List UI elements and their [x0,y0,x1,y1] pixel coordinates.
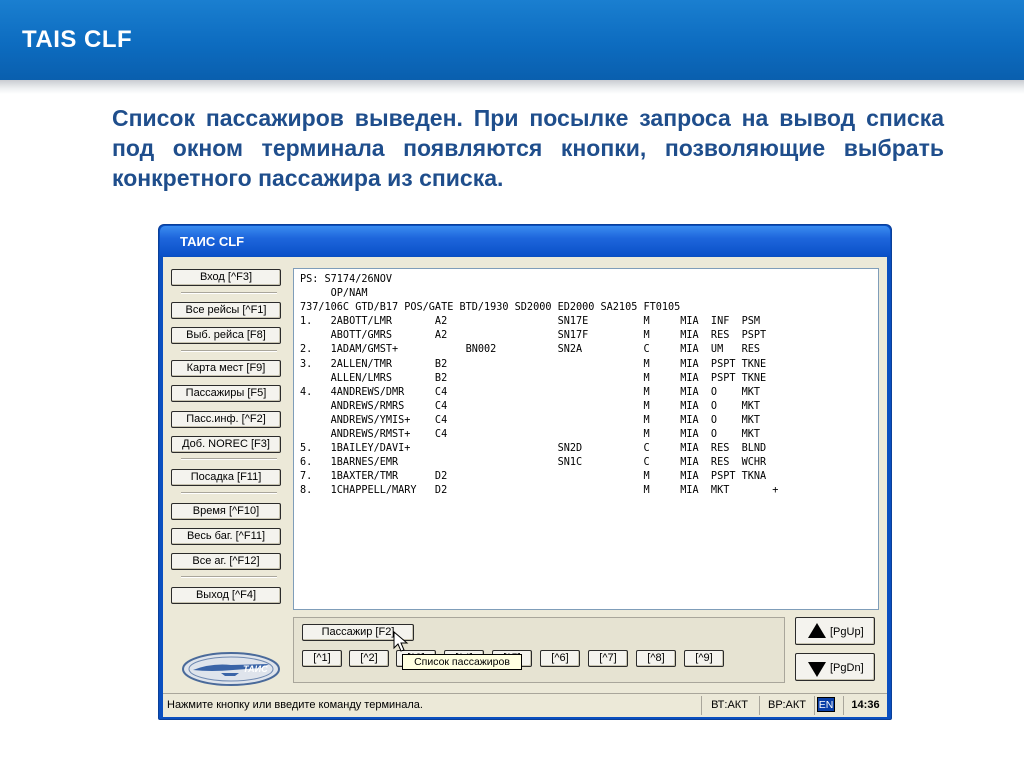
slide-caption: Список пассажиров выведен. При посылке з… [112,105,944,191]
terminal-line: ANDREWS/RMRS C4 M MIA O MKT [300,400,761,412]
passenger-number-button[interactable]: [^1] [302,650,342,667]
clock: 14:36 [843,696,887,715]
menu-separator [181,350,277,352]
select-flight-button[interactable]: Выб. рейса [F8] [171,327,281,344]
window-titlebar[interactable]: ТАИС CLF [160,226,890,256]
passenger-number-button[interactable]: [^6] [540,650,580,667]
window-client-area: Вход [^F3] Все рейсы [^F1] Выб. рейса [F… [163,257,887,717]
passenger-number-button[interactable]: [^8] [636,650,676,667]
terminal-line: ANDREWS/RMST+ C4 M MIA O MKT [300,429,761,441]
svg-text:ТАИС: ТАИС [243,664,268,674]
menu-separator [181,458,277,460]
terminal-line: 8. 1CHAPPELL/MARY D2 M MIA MKT + [300,485,779,497]
terminal-line: 6. 1BARNES/EMR SN1C C MIA RES WCHR [300,457,767,469]
all-agents-button[interactable]: Все аг. [^F12] [171,553,281,570]
terminal-line: 2. 1ADAM/GMST+ BN002 SN2A C MIA UM RES [300,344,761,356]
mouse-pointer-icon [393,631,409,652]
passenger-number-button[interactable]: [^2] [349,650,389,667]
terminal-line: 737/106C GTD/B17 POS/GATE BTD/1930 SD200… [300,302,681,314]
terminal-line: 1. 2ABOTT/LMR A2 SN17E M MIA INF PSM [300,316,761,328]
terminal-output[interactable]: PS: S7174/26NOV OP/NAM 737/106C GTD/B17 P… [293,268,879,610]
seat-map-button[interactable]: Карта мест [F9] [171,360,281,377]
slide-header-shadow [0,80,1024,94]
page-down-button[interactable]: [PgDn] [795,653,875,681]
arrow-up-icon [808,623,826,638]
language-badge[interactable]: EN [817,697,835,712]
arrow-down-icon [808,662,826,677]
tooltip: Список пассажиров [402,654,522,670]
menu-separator [181,492,277,494]
passengers-button[interactable]: Пассажиры [F5] [171,385,281,402]
app-window: ТАИС CLF Вход [^F3] Все рейсы [^F1] Выб.… [158,224,892,720]
add-norec-button[interactable]: Доб. NOREC [F3] [171,436,281,453]
time-button[interactable]: Время [^F10] [171,503,281,520]
terminal-line: PS: S7174/26NOV [300,274,393,285]
tais-logo-icon: ТАИС [182,652,280,686]
terminal-line: ANDREWS/YMIS+ C4 M MIA O MKT [300,414,761,426]
menu-separator [181,576,277,578]
status-bar: Нажмите кнопку или введите команду терми… [163,693,887,717]
passenger-info-button[interactable]: Пасс.инф. [^F2] [171,411,281,428]
terminal-line: 5. 1BAILEY/DAVI+ SN2D C MIA RES BLND [300,443,767,455]
slide-header: TAIS CLF [0,0,1024,80]
status-message: Нажмите кнопку или введите команду терми… [167,699,423,711]
login-button[interactable]: Вход [^F3] [171,269,281,286]
terminal-line: 7. 1BAXTER/TMR D2 M MIA PSPT TKNA [300,471,767,483]
terminal-text: PS: S7174/26NOV OP/NAM 737/106C GTD/B17 P… [300,273,778,499]
terminal-line: OP/NAM [300,288,368,300]
exit-button[interactable]: Выход [^F4] [171,587,281,604]
window-title: ТАИС CLF [180,234,245,249]
terminal-line: 4. 4ANDREWS/DMR C4 M MIA O MKT [300,386,761,398]
terminal-line: ALLEN/LMRS B2 M MIA PSPT TKNE [300,372,767,384]
passenger-number-button[interactable]: [^7] [588,650,628,667]
menu-separator [181,292,277,294]
all-flights-button[interactable]: Все рейсы [^F1] [171,302,281,319]
slide-title: TAIS CLF [22,26,133,53]
page-up-label: [PgUp] [830,626,864,638]
status-bt-cell: ВТ:АКТ [701,696,757,715]
passenger-select-panel: Пассажир [F2] [^1][^2][^3][^4][^5][^6][^… [293,617,785,683]
terminal-line: 3. 2ALLEN/TMR B2 M MIA PSPT TKNE [300,358,767,370]
all-baggage-button[interactable]: Весь баг. [^F11] [171,528,281,545]
page-up-button[interactable]: [PgUp] [795,617,875,645]
page-down-label: [PgDn] [830,662,864,674]
boarding-button[interactable]: Посадка [F11] [171,469,281,486]
status-br-cell: ВР:АКТ [759,696,815,715]
terminal-line: ABOTT/GMRS A2 SN17F M MIA RES PSPT [300,330,767,342]
passenger-number-button[interactable]: [^9] [684,650,724,667]
